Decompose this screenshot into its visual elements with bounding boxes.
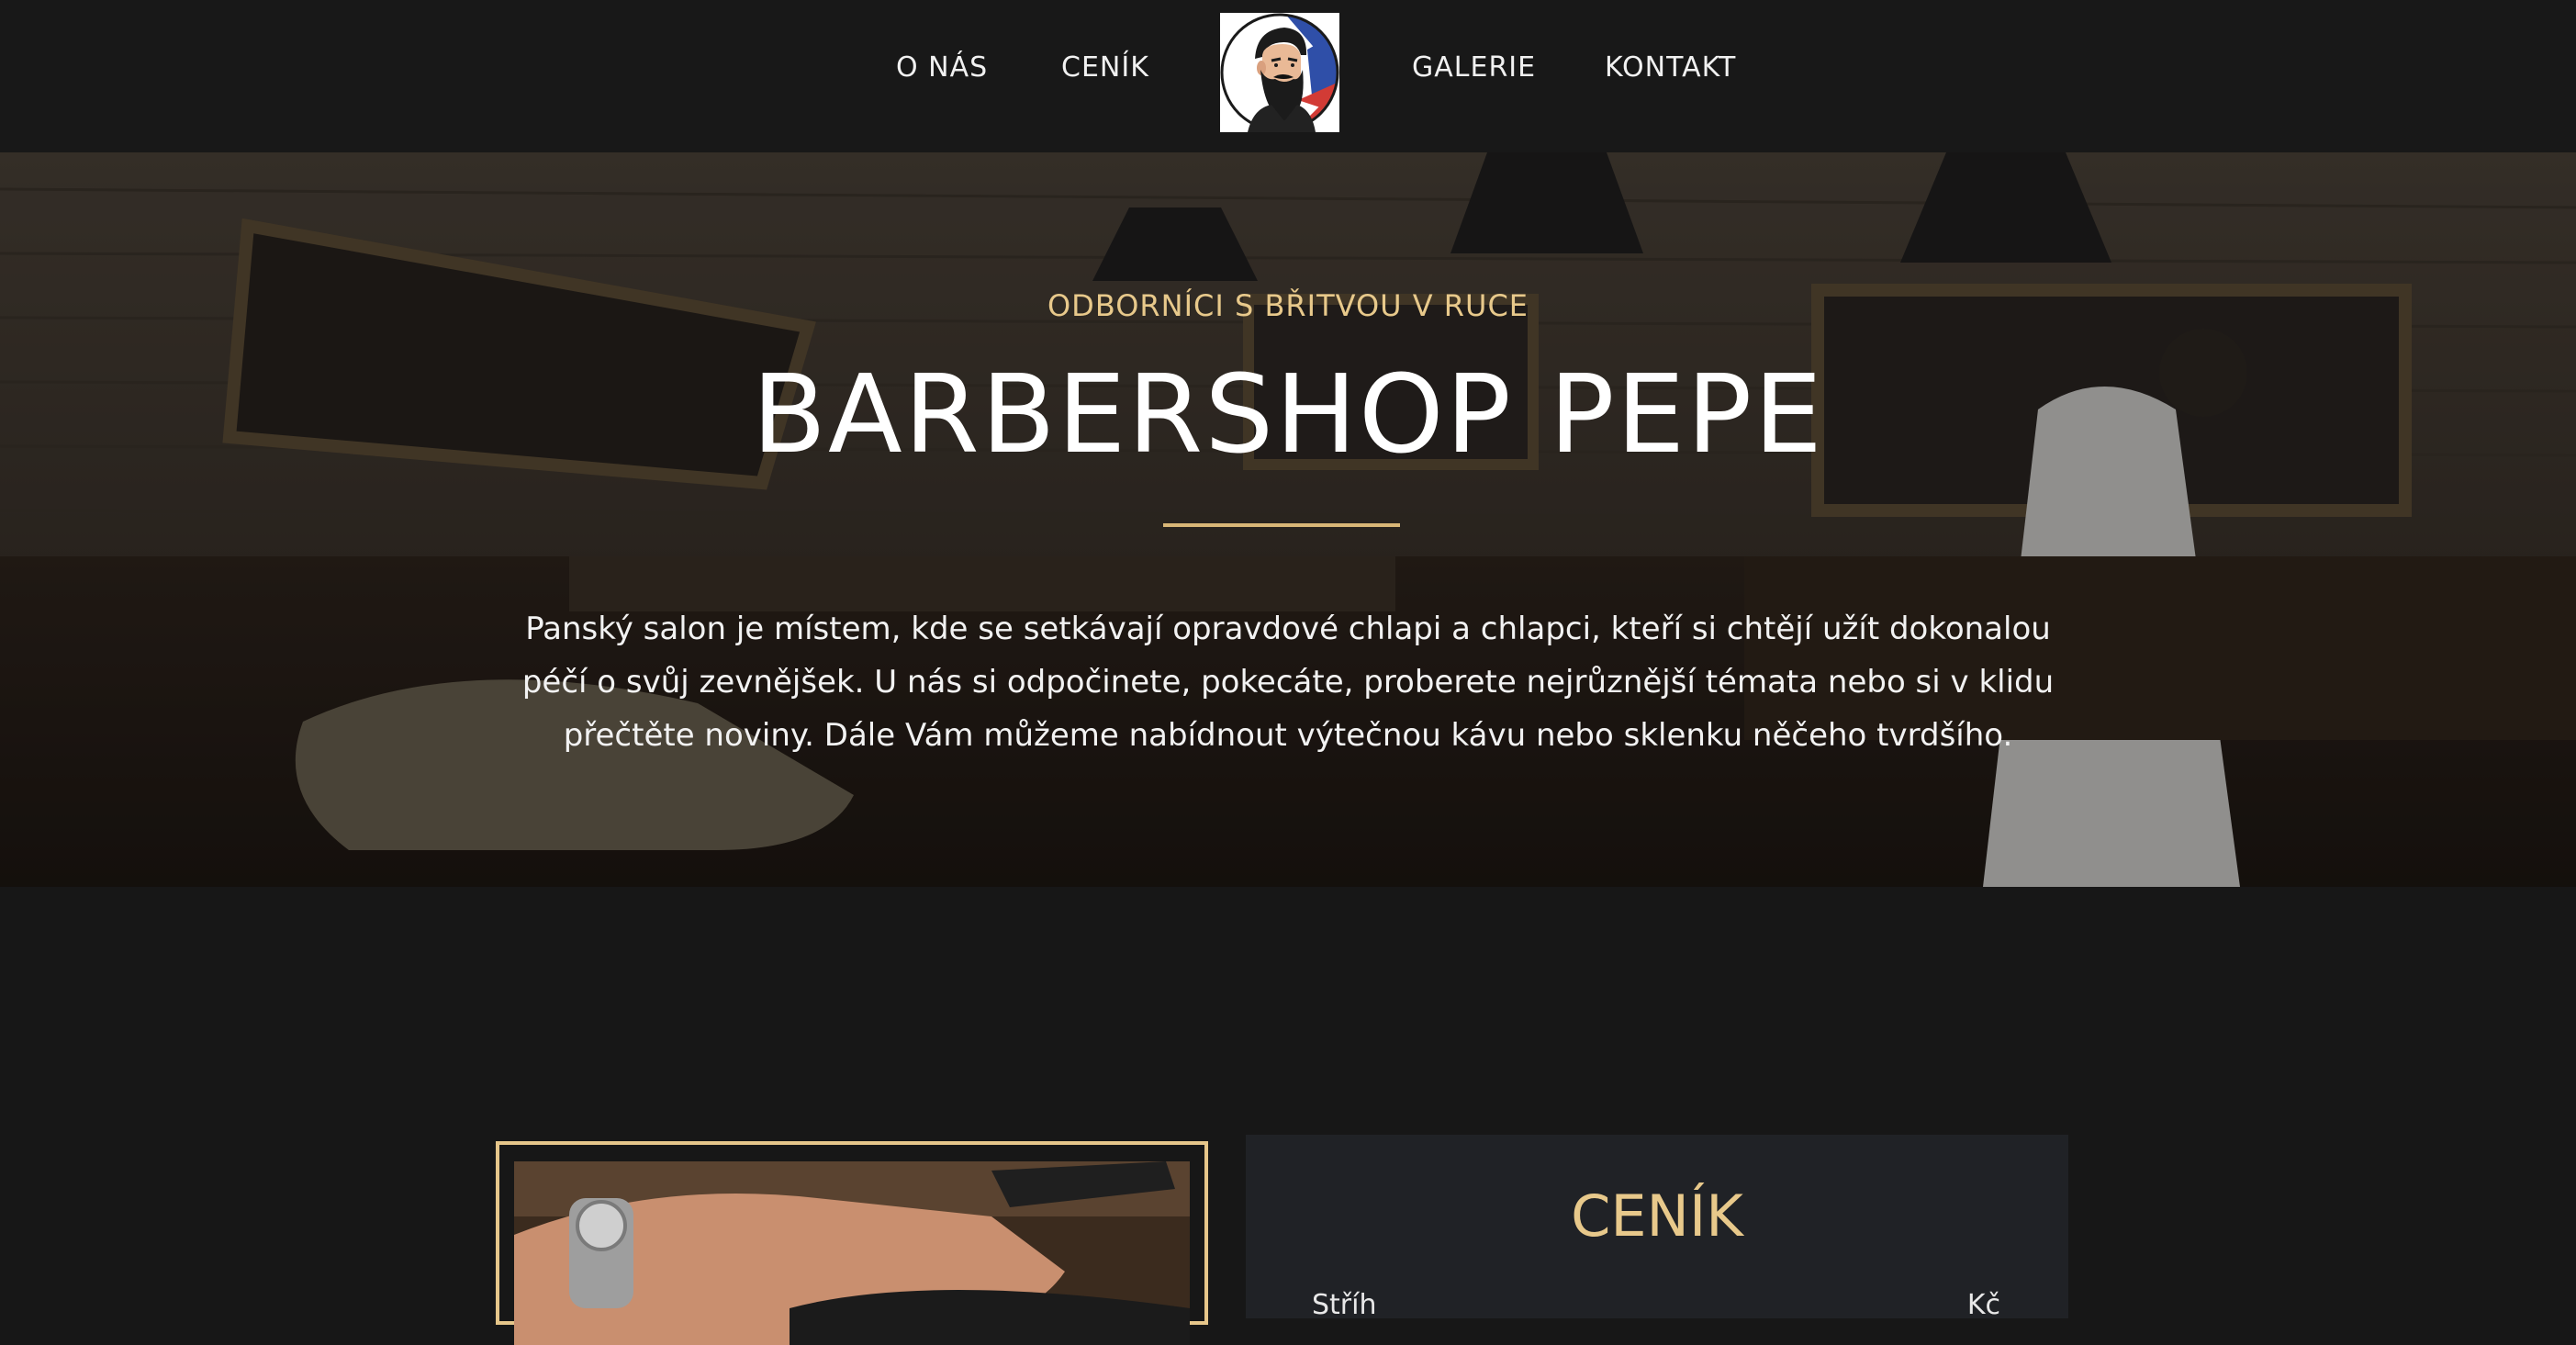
haircut-photo <box>514 1161 1190 1345</box>
bearded-barber-logo-icon[interactable] <box>1220 13 1339 132</box>
nav-link-contact[interactable]: KONTAKT <box>1605 51 1736 84</box>
nav-link-gallery[interactable]: GALERIE <box>1412 51 1536 84</box>
price-item-name: Stříh <box>1312 1289 1377 1321</box>
hero-divider <box>1163 523 1400 527</box>
hero-section: ODBORNÍCI S BŘITVOU V RUCE BARBERSHOP PE… <box>0 152 2576 887</box>
nav-link-pricing[interactable]: CENÍK <box>1061 51 1149 84</box>
top-navigation: O NÁS CENÍK GALERIE KONTAKT <box>0 0 2576 152</box>
hero-description: Panský salon je místem, kde se setkávají… <box>521 611 2055 754</box>
haircut-photo-frame <box>496 1141 1208 1345</box>
hero-title: BARBERSHOP PEPE <box>752 351 1824 477</box>
pricing-card: CENÍK Stříh Kč <box>1246 1135 2068 1321</box>
nav-link-about[interactable]: O NÁS <box>896 51 988 84</box>
pricing-title: CENÍK <box>1571 1182 1743 1250</box>
price-item-price: Kč <box>1966 1289 2000 1321</box>
hero-kicker: ODBORNÍCI S BŘITVOU V RUCE <box>1047 288 1529 323</box>
hero-dark-overlay <box>0 152 2576 887</box>
